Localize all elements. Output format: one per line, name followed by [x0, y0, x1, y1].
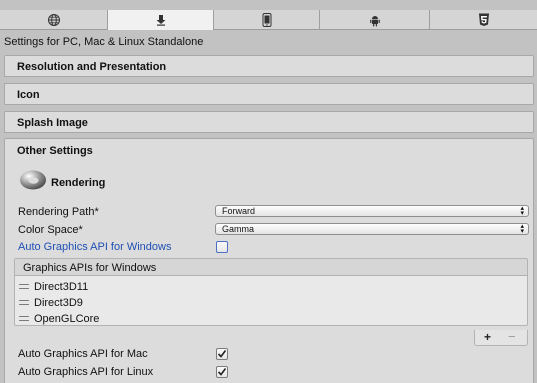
- color-space-dropdown[interactable]: Gamma ▴ ▾: [215, 223, 529, 235]
- auto-graphics-api-mac-label: Auto Graphics API for Mac: [18, 348, 148, 360]
- checkmark-icon: [217, 368, 227, 376]
- color-space-label: Color Space*: [18, 224, 83, 236]
- list-header: Graphics APIs for Windows: [15, 259, 527, 276]
- section-title[interactable]: Other Settings: [17, 145, 93, 157]
- section-icon[interactable]: Icon: [4, 83, 534, 105]
- auto-graphics-api-windows-checkbox[interactable]: [216, 241, 228, 253]
- mobile-phone-icon: [262, 13, 271, 27]
- tab-standalone-platform[interactable]: [108, 10, 214, 30]
- section-splash-image[interactable]: Splash Image: [4, 111, 534, 133]
- tab-ios-platform[interactable]: [214, 10, 320, 30]
- dropdown-value: Forward: [222, 206, 256, 216]
- globe-icon: [47, 14, 60, 26]
- auto-graphics-api-linux-checkbox[interactable]: [216, 366, 228, 378]
- drag-handle-icon[interactable]: [19, 316, 29, 321]
- drag-handle-icon[interactable]: [19, 300, 29, 305]
- drag-handle-icon[interactable]: [19, 284, 29, 289]
- rendering-heading: Rendering: [51, 177, 106, 189]
- section-title: Resolution and Presentation: [17, 61, 167, 73]
- rendering-path-dropdown[interactable]: Forward ▴ ▾: [215, 205, 529, 217]
- dropdown-arrows-icon: ▴ ▾: [520, 205, 524, 217]
- list-item[interactable]: Direct3D11: [15, 279, 88, 294]
- section-title: Icon: [17, 89, 40, 101]
- auto-graphics-api-windows-label: Auto Graphics API for Windows: [18, 241, 172, 253]
- list-item[interactable]: Direct3D9: [15, 295, 83, 310]
- section-title: Splash Image: [17, 117, 88, 129]
- rendering-path-label: Rendering Path*: [18, 206, 99, 218]
- download-icon: [156, 15, 165, 26]
- tab-android-platform[interactable]: [320, 10, 430, 30]
- list-header-title: Graphics APIs for Windows: [23, 262, 157, 274]
- rendering-icon: [18, 167, 48, 196]
- checkmark-icon: [217, 350, 227, 358]
- tab-strip-background: [0, 0, 537, 10]
- tab-web-platform[interactable]: [0, 10, 108, 30]
- auto-graphics-api-mac-checkbox[interactable]: [216, 348, 228, 360]
- list-footer: + −: [474, 329, 528, 346]
- page-title: Settings for PC, Mac & Linux Standalone: [4, 36, 204, 48]
- list-item-label: Direct3D9: [34, 296, 83, 309]
- section-resolution-and-presentation[interactable]: Resolution and Presentation: [4, 55, 534, 77]
- list-item-label: Direct3D11: [34, 280, 89, 293]
- dropdown-arrows-icon: ▴ ▾: [520, 223, 524, 235]
- list-item[interactable]: OpenGLCore: [15, 311, 99, 326]
- graphics-apis-list: Graphics APIs for Windows Direct3D11 Dir…: [14, 258, 528, 326]
- dropdown-value: Gamma: [222, 224, 255, 234]
- auto-graphics-api-linux-label: Auto Graphics API for Linux: [18, 366, 154, 378]
- list-item-label: OpenGLCore: [34, 312, 100, 325]
- platform-tabs: [0, 10, 537, 30]
- android-icon: [369, 15, 380, 26]
- tab-webgl-platform[interactable]: [430, 10, 537, 30]
- remove-item-button[interactable]: −: [508, 329, 516, 344]
- html5-icon: [478, 13, 489, 26]
- add-item-button[interactable]: +: [484, 330, 491, 344]
